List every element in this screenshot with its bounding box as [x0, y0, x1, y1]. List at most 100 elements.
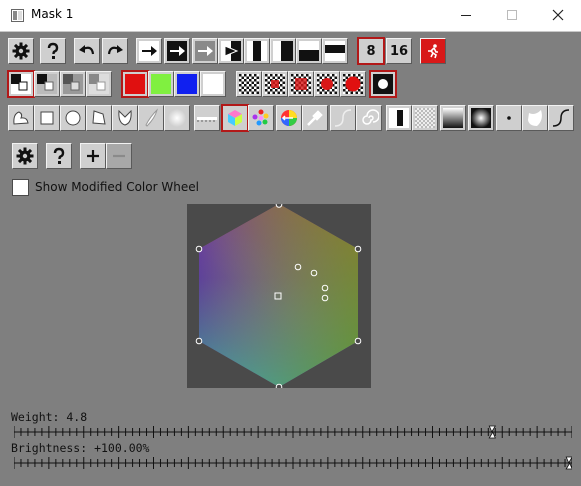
- title-bar: Mask 1: [0, 0, 581, 32]
- tool-line-button[interactable]: [194, 105, 220, 131]
- color-wheel-canvas[interactable]: [187, 201, 371, 391]
- color-green-button[interactable]: [148, 71, 174, 97]
- white-swatch-icon: [203, 74, 223, 94]
- color-blue-button[interactable]: [174, 71, 200, 97]
- close-button[interactable]: [535, 0, 581, 31]
- help-button[interactable]: [40, 38, 66, 64]
- brightness-label: Brightness: +100.00%: [11, 441, 150, 455]
- plus-icon: [87, 150, 99, 162]
- app-icon: [11, 9, 24, 22]
- tool-brush-button[interactable]: [138, 105, 164, 131]
- checker-red-1-button[interactable]: [262, 71, 288, 97]
- tool-hue-wheel-button[interactable]: [276, 105, 302, 131]
- undo-icon: [79, 45, 95, 55]
- tool-color-dots-button[interactable]: [248, 105, 274, 131]
- color-white-button[interactable]: [200, 71, 226, 97]
- half-top-icon: [325, 41, 345, 61]
- apply-arrow-black-button[interactable]: [164, 38, 190, 64]
- brightness-slider[interactable]: [14, 456, 572, 470]
- weight-label: Weight: 4.8: [11, 410, 88, 424]
- polygon-icon: [92, 110, 106, 125]
- panel-help-button[interactable]: [46, 143, 72, 169]
- tool-rectangle-button[interactable]: [34, 105, 60, 131]
- tool-soft-brush-button[interactable]: [164, 105, 190, 131]
- tool-eyedropper-button[interactable]: [302, 105, 328, 131]
- settings-button[interactable]: [8, 38, 34, 64]
- mask-mode-1-button[interactable]: [7, 70, 35, 98]
- tool-ellipse-button[interactable]: [60, 105, 86, 131]
- mask-client-area: 8 16 Show Modified Color Wheel Weight: 4…: [0, 32, 581, 486]
- tool-invert-button[interactable]: [386, 105, 412, 131]
- minus-icon: [113, 154, 125, 158]
- ellipse-icon: [65, 110, 81, 126]
- mask-mode-4-button[interactable]: [86, 71, 112, 97]
- color-hexagon[interactable]: [187, 201, 371, 391]
- tool-transparency-button[interactable]: [412, 105, 438, 131]
- add-point-button[interactable]: [80, 143, 106, 169]
- fill-right-black-button[interactable]: [270, 38, 296, 64]
- tool-color-cube-button[interactable]: [221, 104, 249, 132]
- weight-slider[interactable]: [14, 425, 572, 439]
- lasso-icon: [118, 109, 132, 126]
- tool-spiral-button[interactable]: [356, 105, 382, 131]
- blue-swatch-icon: [177, 74, 197, 94]
- redo-button[interactable]: [102, 38, 128, 64]
- white-dot-on-black-icon: [373, 74, 393, 94]
- color-red-button[interactable]: [121, 70, 149, 98]
- fill-left-black-button[interactable]: [244, 38, 270, 64]
- mask-mode-3-button[interactable]: [60, 71, 86, 97]
- invert-icon: [389, 108, 409, 128]
- remove-point-button[interactable]: [106, 143, 132, 169]
- tool-polygon-button[interactable]: [86, 105, 112, 131]
- half-left-icon: [247, 41, 267, 61]
- panel-settings-button[interactable]: [12, 143, 38, 169]
- window-title: Mask 1: [31, 7, 74, 21]
- show-modified-checkbox[interactable]: [12, 179, 29, 196]
- black-dot-button[interactable]: [369, 70, 397, 98]
- exit-button[interactable]: [420, 38, 446, 64]
- green-swatch-icon: [151, 74, 171, 94]
- maximize-icon: [507, 10, 517, 20]
- checker-red-3-button[interactable]: [314, 71, 340, 97]
- mask-mode-2-button[interactable]: [34, 71, 60, 97]
- maximize-button[interactable]: [489, 0, 535, 31]
- bits-8-label: 8: [366, 43, 376, 59]
- tool-freeform-button[interactable]: [8, 105, 34, 131]
- bits-16-label: 16: [389, 43, 409, 59]
- tool-curve-black-button[interactable]: [548, 105, 574, 131]
- tool-radial-gradient-button[interactable]: [468, 105, 494, 131]
- apply-split-arrow-button[interactable]: [218, 38, 244, 64]
- mask-mode-light-icon: [89, 74, 109, 94]
- undo-button[interactable]: [74, 38, 100, 64]
- color-cube-icon: [228, 110, 242, 126]
- arrow-right-gray-icon: [195, 41, 215, 61]
- fill-bottom-black-button[interactable]: [296, 38, 322, 64]
- arrow-right-icon: [139, 41, 159, 61]
- fill-top-black-button[interactable]: [322, 38, 348, 64]
- tool-linear-gradient-button[interactable]: [440, 105, 466, 131]
- checker-red-heavy-icon: [317, 74, 337, 94]
- checker-red-4-button[interactable]: [340, 71, 366, 97]
- mask-mode-gray-icon: [37, 74, 57, 94]
- bits-8-button[interactable]: 8: [357, 37, 385, 65]
- minimize-button[interactable]: [443, 0, 489, 31]
- transparency-grid-icon: [415, 108, 435, 128]
- checker-red-2-button[interactable]: [288, 71, 314, 97]
- checker-black-icon: [239, 74, 259, 94]
- bits-16-button[interactable]: 16: [386, 38, 412, 64]
- rectangle-icon: [40, 111, 54, 125]
- checker-black-button[interactable]: [236, 71, 262, 97]
- half-right-icon: [273, 41, 293, 61]
- apply-arrow-gray-button[interactable]: [192, 38, 218, 64]
- tool-lasso-button[interactable]: [112, 105, 138, 131]
- gear-icon: [16, 147, 34, 165]
- s-curve-icon: [334, 109, 352, 127]
- tool-blob-button[interactable]: [522, 105, 548, 131]
- apply-arrow-white-button[interactable]: [136, 38, 162, 64]
- point-icon: [507, 116, 511, 120]
- red-swatch-icon: [125, 74, 145, 94]
- tool-point-button[interactable]: [496, 105, 522, 131]
- tool-curve-button[interactable]: [330, 105, 356, 131]
- arrow-right-inverse-icon: [167, 41, 187, 61]
- curve-black-icon: [552, 109, 570, 127]
